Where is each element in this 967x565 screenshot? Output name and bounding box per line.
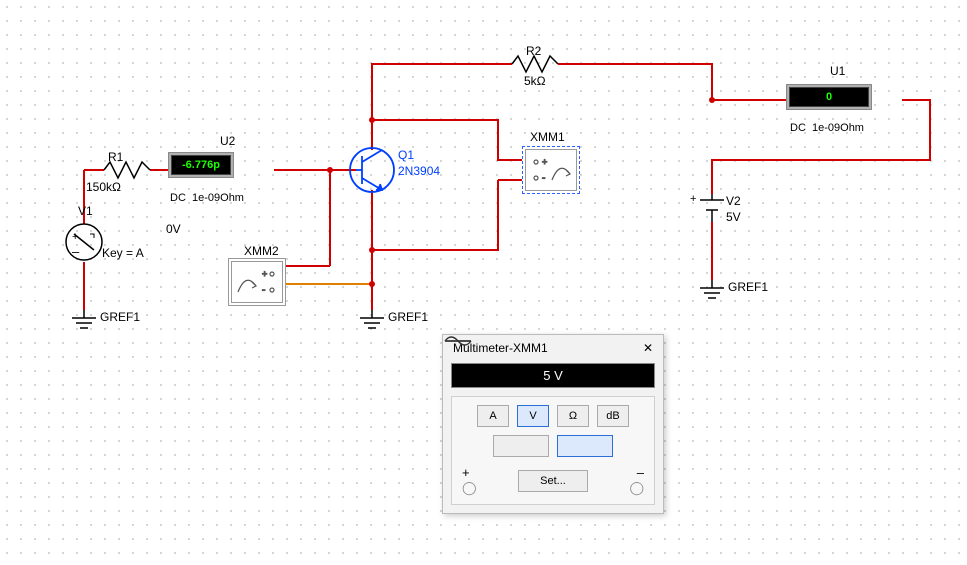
- xmm2-name: XMM2: [244, 244, 279, 258]
- wave-ac-button[interactable]: [493, 435, 549, 457]
- u1-name: U1: [830, 64, 845, 78]
- u2-meta: DC 1e-09Ohm: [170, 192, 244, 204]
- xmm1-name: XMM1: [530, 130, 565, 144]
- u2-name: U2: [220, 134, 235, 148]
- r1-name: R1: [108, 150, 123, 164]
- gref-right: GREF1: [728, 280, 768, 294]
- schematic-canvas[interactable]: + – + R1 150kΩ R2 5kΩ V1 Key = A 0V V2 5…: [0, 0, 967, 565]
- svg-text:+: +: [690, 193, 696, 205]
- u1-meta: DC 1e-09Ohm: [790, 122, 864, 134]
- v1-name: V1: [78, 204, 93, 218]
- svg-text:-: -: [542, 173, 545, 184]
- plus-label: +: [462, 465, 470, 480]
- v1-key: Key = A: [102, 246, 144, 260]
- svg-text:+: +: [72, 231, 78, 243]
- mode-a-button[interactable]: A: [477, 405, 509, 427]
- v1-annotation: 0V: [166, 222, 181, 236]
- dialog-reading: 5 V: [451, 363, 655, 388]
- gref-mid: GREF1: [388, 310, 428, 324]
- probe-u1[interactable]: 0: [786, 84, 872, 110]
- v2-name: V2: [726, 194, 741, 208]
- u2-reading: -6.776p: [171, 155, 231, 175]
- mode-db-button[interactable]: dB: [597, 405, 629, 427]
- u1-reading: 0: [789, 87, 869, 107]
- close-icon[interactable]: ✕: [643, 341, 653, 355]
- multimeter-dialog[interactable]: Multimeter-XMM1 ✕ 5 V A V Ω dB + ◯ Set..…: [442, 334, 664, 514]
- r2-name: R2: [526, 44, 541, 58]
- v2-value: 5V: [726, 210, 741, 224]
- svg-text:+: +: [542, 157, 547, 167]
- instrument-xmm1[interactable]: + -: [522, 146, 580, 194]
- q1-model: 2N3904: [398, 164, 440, 178]
- r2-value: 5kΩ: [524, 74, 546, 88]
- wave-dc-button[interactable]: [557, 435, 613, 457]
- mode-ohm-button[interactable]: Ω: [557, 405, 589, 427]
- r1-value: 150kΩ: [86, 180, 121, 194]
- probe-u2[interactable]: -6.776p: [168, 152, 234, 178]
- mode-v-button[interactable]: V: [517, 405, 549, 427]
- svg-text:–: –: [72, 244, 80, 259]
- instrument-xmm2[interactable]: + -: [228, 258, 286, 306]
- minus-label: –: [637, 465, 644, 480]
- svg-text:+: +: [262, 269, 267, 279]
- svg-text:-: -: [262, 285, 265, 296]
- set-button[interactable]: Set...: [518, 470, 588, 492]
- q1-name: Q1: [398, 148, 414, 162]
- gref-left: GREF1: [100, 310, 140, 324]
